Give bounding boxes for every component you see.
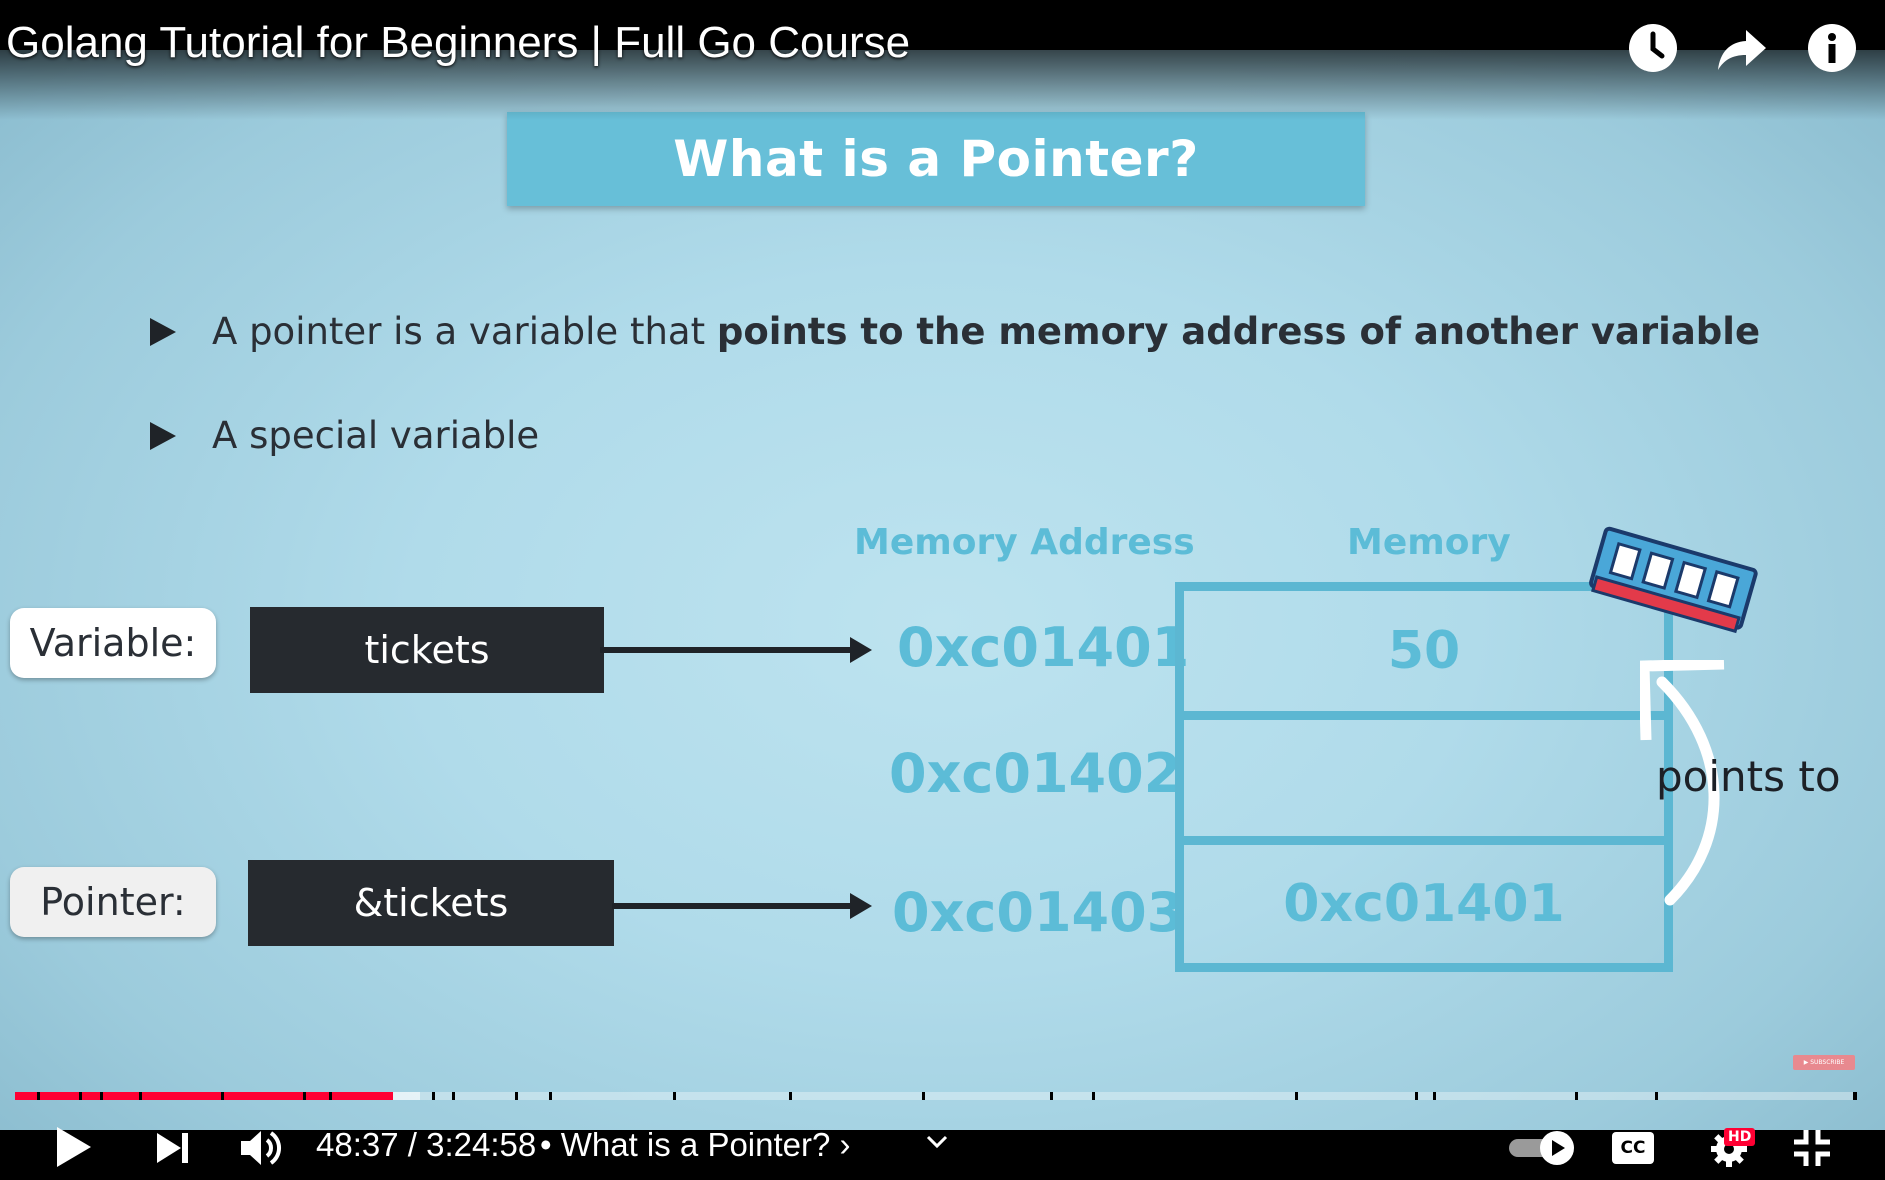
- memory-cell-3: 0xc01401: [1283, 874, 1565, 934]
- slide-heading: What is a Pointer?: [673, 130, 1199, 188]
- address-3: 0xc01403: [892, 881, 1185, 944]
- bullet-triangle-icon: [150, 421, 176, 450]
- progress-bar[interactable]: [15, 1092, 1857, 1100]
- slide-heading-box: What is a Pointer?: [507, 112, 1365, 206]
- chapter-marker: [329, 1092, 332, 1100]
- chapter-marker: [79, 1092, 82, 1100]
- address-2: 0xc01402: [889, 742, 1182, 805]
- chapter-marker: [1575, 1092, 1578, 1100]
- memory-header: Memory: [1347, 522, 1511, 563]
- watch-later-button[interactable]: [1627, 22, 1679, 74]
- chapter-marker: [515, 1092, 518, 1100]
- volume-icon: [241, 1131, 281, 1165]
- time-current: 48:37: [316, 1126, 399, 1163]
- chapter-chevron-icon: ›: [839, 1126, 851, 1163]
- chapter-marker: [221, 1092, 224, 1100]
- info-icon: [1808, 24, 1856, 72]
- address-1: 0xc01401: [897, 616, 1190, 679]
- subscribe-watermark[interactable]: ▶ SUBSCRIBE: [1793, 1055, 1855, 1070]
- memory-cell-2: [1184, 720, 1664, 836]
- variable-label: Variable:: [10, 608, 216, 678]
- chapter-marker: [100, 1092, 103, 1100]
- chapter-title-button[interactable]: • What is a Pointer? ›: [540, 1126, 851, 1164]
- chapter-marker: [432, 1092, 435, 1100]
- share-icon: [1718, 30, 1766, 70]
- bullet-2-text: A special variable: [212, 414, 540, 457]
- pointer-label: Pointer:: [10, 867, 216, 937]
- skip-next-icon: [157, 1133, 188, 1163]
- chapter-marker: [1433, 1092, 1436, 1100]
- bullet-1-plain: A pointer is a variable that: [212, 310, 717, 353]
- variable-name-box: tickets: [250, 607, 604, 693]
- chapter-title: What is a Pointer?: [560, 1126, 831, 1163]
- hd-badge: HD: [1724, 1128, 1756, 1146]
- bullet-point-1: A pointer is a variable that points to t…: [150, 310, 1760, 353]
- chapter-marker: [1050, 1092, 1053, 1100]
- autoplay-toggle-icon: [1509, 1131, 1574, 1165]
- pointer-arrow-head-icon: [850, 893, 872, 919]
- progress-played: [15, 1092, 393, 1100]
- bullet-point-2: A special variable: [150, 414, 539, 457]
- chapter-marker: [1655, 1092, 1658, 1100]
- clock-icon: [1629, 24, 1677, 72]
- play-button[interactable]: [50, 1124, 96, 1170]
- chapter-marker: [789, 1092, 792, 1100]
- expand-chapters-button[interactable]: [920, 1128, 954, 1156]
- ram-stick-icon: [1589, 526, 1758, 634]
- memory-address-header: Memory Address: [854, 522, 1195, 563]
- points-to-label: points to: [1656, 752, 1841, 801]
- chapter-marker: [549, 1092, 552, 1100]
- bullet-1-text: A pointer is a variable that points to t…: [212, 310, 1760, 353]
- chapter-marker: [1415, 1092, 1418, 1100]
- chapter-prefix: •: [540, 1126, 561, 1163]
- cc-icon: CC: [1612, 1132, 1654, 1164]
- exit-fullscreen-button[interactable]: [1790, 1126, 1834, 1170]
- video-player[interactable]: What is a Pointer? A pointer is a variab…: [0, 0, 1885, 1180]
- chapter-marker: [673, 1092, 676, 1100]
- bullet-1-bold: points to the memory address of another …: [716, 310, 1761, 353]
- chapter-marker: [452, 1092, 455, 1100]
- chapter-marker: [1295, 1092, 1298, 1100]
- memory-divider: [1184, 711, 1664, 720]
- time-display: 48:37 / 3:24:58: [316, 1126, 536, 1164]
- exit-fullscreen-icon: [1794, 1130, 1830, 1166]
- time-separator: /: [398, 1126, 427, 1163]
- autoplay-toggle[interactable]: [1506, 1128, 1578, 1168]
- variable-arrow-head-icon: [850, 637, 872, 663]
- pointer-name-box: &tickets: [248, 860, 614, 946]
- settings-button[interactable]: HD: [1700, 1124, 1762, 1170]
- chevron-down-icon: [926, 1135, 948, 1149]
- chapter-marker: [1853, 1092, 1857, 1100]
- chapter-marker: [139, 1092, 142, 1100]
- video-frame[interactable]: What is a Pointer? A pointer is a variab…: [0, 0, 1885, 1130]
- chapter-marker: [303, 1092, 306, 1100]
- bullet-triangle-icon: [150, 317, 176, 346]
- video-title[interactable]: Golang Tutorial for Beginners | Full Go …: [6, 18, 910, 68]
- next-button[interactable]: [152, 1128, 194, 1168]
- play-icon: [57, 1127, 91, 1167]
- variable-arrow-line: [600, 647, 850, 653]
- time-total: 3:24:58: [426, 1126, 537, 1163]
- chapter-marker: [922, 1092, 925, 1100]
- info-button[interactable]: [1806, 22, 1858, 74]
- volume-button[interactable]: [238, 1126, 284, 1170]
- subtitles-button[interactable]: CC: [1610, 1129, 1656, 1167]
- chapter-marker: [37, 1092, 40, 1100]
- memory-divider: [1184, 836, 1664, 845]
- share-button[interactable]: [1716, 22, 1768, 74]
- chapter-marker: [1092, 1092, 1095, 1100]
- pointer-arrow-line: [612, 903, 852, 909]
